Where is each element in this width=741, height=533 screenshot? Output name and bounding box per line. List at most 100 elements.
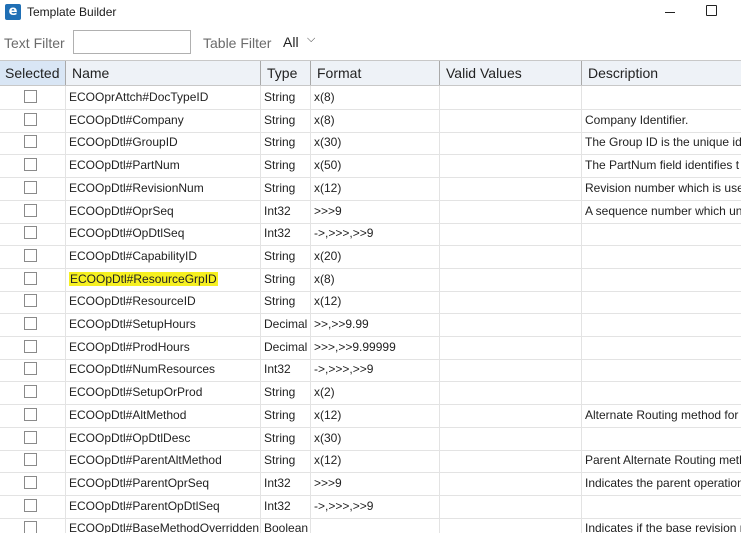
table-row[interactable]: ECOOpDtl#SetupOrProd String x(2) xyxy=(0,381,741,406)
description-cell xyxy=(582,245,741,268)
table-row[interactable]: ECOOpDtl#Company String x(8) Company Identi… xyxy=(0,108,741,133)
selected-cell xyxy=(0,154,66,178)
table-row[interactable]: ECOOpDtl#OprSeq Int32 >>>9 A sequence numbe… xyxy=(0,199,741,224)
highlighted-name: ECOOpDtl#ResourceGrpID xyxy=(69,271,218,286)
name-cell: ECOOpDtl#NumResources xyxy=(66,358,261,382)
name-cell: ECOOpDtl#CapabilityID xyxy=(66,244,261,268)
name-cell: ECOOpDtl#AltMethod xyxy=(66,403,261,427)
select-checkbox[interactable] xyxy=(24,407,37,421)
selected-cell xyxy=(0,335,66,359)
table-row[interactable]: ECOOpDtl#AltMethod String x(12) Alternate R… xyxy=(0,403,741,428)
column-header-description[interactable]: Description xyxy=(582,61,741,85)
column-header-name[interactable]: Name xyxy=(66,61,261,85)
format-cell: x(30) xyxy=(311,131,440,155)
select-checkbox[interactable] xyxy=(24,294,37,308)
name-cell: ECOOpDtl#Company xyxy=(66,108,261,132)
select-checkbox[interactable] xyxy=(24,317,37,330)
valid-values-cell xyxy=(440,449,582,473)
select-checkbox[interactable] xyxy=(24,271,37,285)
minimize-icon[interactable] xyxy=(662,4,678,20)
table-row[interactable]: ECOOpDtl#ParentAltMethod String x(12) Paren… xyxy=(0,449,741,474)
selected-cell xyxy=(0,403,66,427)
table-row[interactable]: ECOOpDtl#SetupHours Decimal >>,>>9.99 xyxy=(0,313,741,337)
select-checkbox[interactable] xyxy=(24,453,37,467)
selected-cell xyxy=(0,313,66,336)
select-checkbox[interactable] xyxy=(24,135,37,149)
name-cell: ECOOpDtl#OpDtlDesc xyxy=(66,426,261,450)
selected-cell xyxy=(0,108,66,132)
table-row[interactable]: ECOOpDtl#ParentOprSeq Int32 >>>9 Indicates … xyxy=(0,471,741,496)
type-cell: Decimal xyxy=(261,335,311,359)
table-row[interactable]: ECOOpDtl#GroupID String x(30) The Group ID … xyxy=(0,131,741,156)
valid-values-cell xyxy=(440,403,582,427)
select-checkbox[interactable] xyxy=(24,498,37,512)
app-logo-icon: e xyxy=(5,4,21,20)
select-checkbox[interactable] xyxy=(24,203,37,217)
type-cell: String xyxy=(261,108,311,132)
title-bar: e Template Builder xyxy=(0,0,741,26)
select-checkbox[interactable] xyxy=(24,430,37,444)
valid-values-cell xyxy=(440,267,582,291)
select-checkbox[interactable] xyxy=(24,112,37,126)
selected-cell xyxy=(0,449,66,473)
format-cell: x(8) xyxy=(311,267,440,291)
table-row[interactable]: ECOOprAttch#DocTypeID String x(8) xyxy=(0,86,741,110)
select-checkbox[interactable] xyxy=(24,385,37,399)
text-filter-input[interactable] xyxy=(73,30,191,54)
format-cell: >>,>>9.99 xyxy=(311,313,440,336)
select-checkbox[interactable] xyxy=(24,248,37,262)
table-row[interactable]: ECOOpDtl#ResourceID String x(12) xyxy=(0,290,741,315)
type-cell: String xyxy=(261,131,311,155)
type-cell: Int32 xyxy=(261,199,311,223)
table-row[interactable]: ECOOpDtl#OpDtlSeq Int32 ->,>>>,>>9 xyxy=(0,222,741,247)
table-row[interactable]: ECOOpDtl#NumResources Int32 ->,>>>,>>9 xyxy=(0,358,741,383)
format-cell: >>>9 xyxy=(311,471,440,495)
format-cell: ->,>>>,>>9 xyxy=(311,222,440,246)
table-row[interactable]: ECOOpDtl#CapabilityID String x(20) xyxy=(0,244,741,269)
table-row[interactable]: ECOOpDtl#OpDtlDesc String x(30) xyxy=(0,426,741,451)
select-checkbox[interactable] xyxy=(24,158,37,172)
name-cell: ECOOpDtl#ResourceID xyxy=(66,290,261,314)
column-header-type[interactable]: Type xyxy=(261,61,311,85)
type-cell: Int32 xyxy=(261,222,311,246)
selected-cell xyxy=(0,244,66,268)
select-checkbox[interactable] xyxy=(24,475,37,489)
table-row[interactable]: ECOOpDtl#ProdHours Decimal >>>,>>9.99999 xyxy=(0,335,741,360)
select-checkbox[interactable] xyxy=(24,90,37,103)
valid-values-cell xyxy=(440,222,582,246)
description-cell xyxy=(582,427,741,450)
table-row[interactable]: ECOOpDtl#BaseMethodOverridden Boolean Indi… xyxy=(0,517,741,533)
select-checkbox[interactable] xyxy=(24,226,37,240)
column-header-format[interactable]: Format xyxy=(311,61,440,85)
select-checkbox[interactable] xyxy=(24,339,37,353)
format-cell: x(50) xyxy=(311,154,440,178)
select-checkbox[interactable] xyxy=(24,521,37,533)
table-row[interactable]: ECOOpDtl#RevisionNum String x(12) Revision … xyxy=(0,176,741,201)
type-cell: String xyxy=(261,244,311,268)
selected-cell xyxy=(0,358,66,382)
table-row[interactable]: ECOOpDtl#PartNum String x(50) The PartNum f… xyxy=(0,154,741,179)
select-checkbox[interactable] xyxy=(24,180,37,194)
format-cell: x(20) xyxy=(311,244,440,268)
valid-values-cell xyxy=(440,290,582,314)
column-header-valid-values[interactable]: Valid Values xyxy=(440,61,582,85)
selected-cell xyxy=(0,290,66,314)
selected-cell xyxy=(0,222,66,246)
type-cell: String xyxy=(261,449,311,473)
selected-cell xyxy=(0,131,66,155)
table-row[interactable]: ECOOpDtl#ParentOpDtlSeq Int32 ->,>>>,>>9 xyxy=(0,494,741,519)
description-cell xyxy=(582,358,741,381)
description-cell xyxy=(582,290,741,313)
valid-values-cell xyxy=(440,199,582,223)
name-cell: ECOOpDtl#BaseMethodOverridden xyxy=(66,517,261,533)
name-cell: ECOOpDtl#SetupHours xyxy=(66,313,261,336)
valid-values-cell xyxy=(440,108,582,132)
select-checkbox[interactable] xyxy=(24,362,37,376)
format-cell xyxy=(311,517,440,533)
name-cell: ECOOpDtl#OpDtlSeq xyxy=(66,222,261,246)
maximize-icon[interactable] xyxy=(706,5,717,16)
column-header-selected[interactable]: Selected xyxy=(0,61,66,85)
table-row[interactable]: ECOOpDtl#ResourceGrpID String x(8) xyxy=(0,267,741,292)
grid-header: Selected Name Type Format Valid Values Descri… xyxy=(0,61,741,86)
name-cell: ECOOpDtl#ParentOpDtlSeq xyxy=(66,494,261,518)
